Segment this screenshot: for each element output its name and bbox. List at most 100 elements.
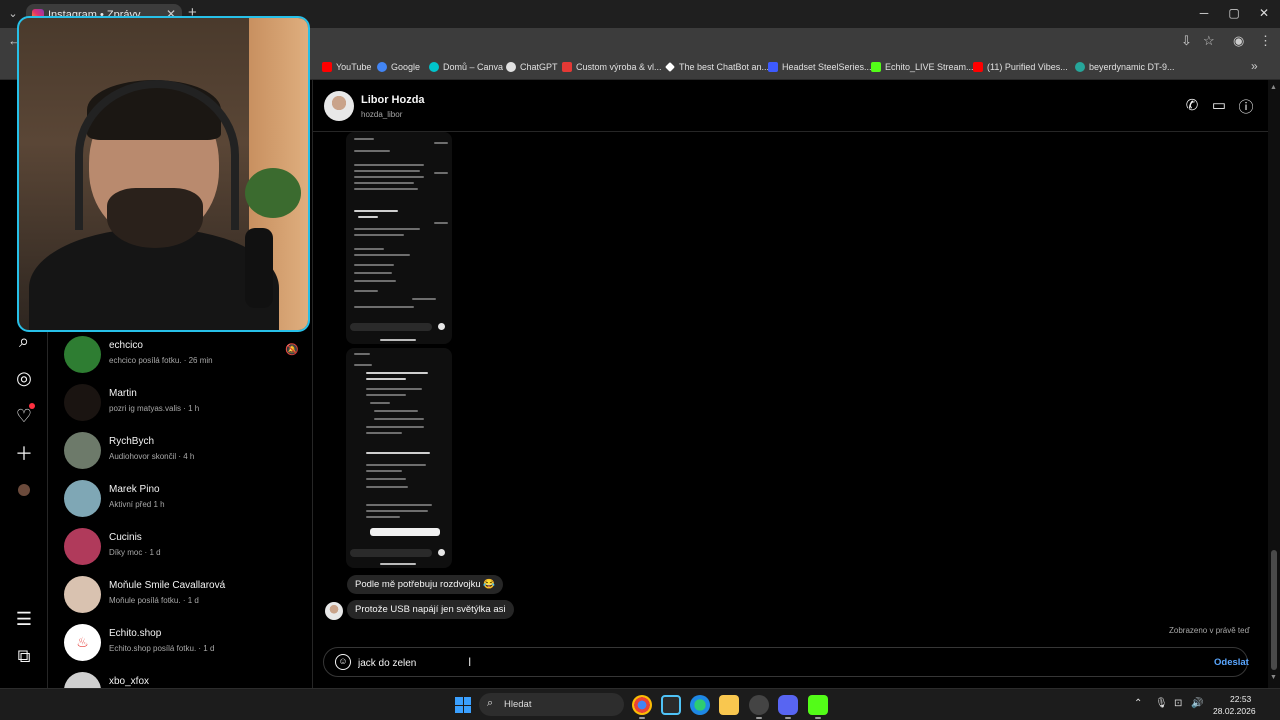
app-bf-icon[interactable] [808,695,828,715]
browser-menu-icon[interactable]: ⋮ [1259,33,1272,49]
conversation-item[interactable]: RychBych Audiohovor skončil · 4 h [48,428,313,476]
microphone-icon[interactable]: 🎙 [1155,698,1168,709]
text-cursor-icon: I [468,655,472,669]
chat-scrollbar[interactable]: ▲ ▼ [1268,80,1280,688]
microphone-icon [245,228,273,308]
bookmark-label: beyerdynamic DT-9... [1089,62,1175,72]
conversation-item[interactable]: ♨ Echito.shop Echito.shop posílá fotku. … [48,620,313,668]
youtube-icon [322,62,332,72]
conversation-preview: Aktivní před 1 h [109,500,165,509]
taskbar-search-label: Hledat [504,699,532,710]
chatbot-icon [665,62,675,72]
seen-status: Zobrazeno v právě teď [1169,626,1250,635]
notifications-icon[interactable]: ♡ [12,403,36,428]
conversation-preview: pozri ig matyas.valis · 1 h [109,404,200,413]
conversation-item[interactable]: Martin pozri ig matyas.valis · 1 h [48,380,313,428]
emoji-icon[interactable]: ☺ [335,654,351,670]
conversation-name: RychBych [109,436,155,447]
profile-avatar-icon [18,484,30,496]
scroll-up-icon[interactable]: ▲ [1270,84,1277,91]
phone-call-icon[interactable]: ✆ [1182,96,1202,114]
chatgpt-icon [506,62,516,72]
store-icon[interactable] [661,695,681,715]
search-icon: ⌕ [487,697,494,709]
profile-nav[interactable] [12,478,36,502]
search-icon[interactable]: ⌕ [12,329,36,353]
bookmark-chatgpt[interactable]: ChatGPT [506,60,558,74]
beyerdynamic-icon [1075,62,1085,72]
send-button[interactable]: Odeslat [1214,657,1249,668]
network-icon[interactable]: ⊡ [1174,698,1182,709]
create-icon[interactable]: ＋ [12,441,36,465]
message-bubble[interactable]: Podle mě potřebuju rozdvojku 😂 [347,575,504,594]
conversation-preview: Díky moc · 1 d [109,548,161,557]
file-explorer-icon[interactable] [719,695,739,715]
flame-logo-icon: ♨ [76,634,89,650]
bookmark-kick[interactable]: Echito_LIVE Stream... [871,60,974,74]
volume-icon[interactable]: 🔊 [1191,698,1203,709]
conversation-item[interactable]: Marek Pino Aktivní před 1 h [48,476,313,524]
more-bookmarks-icon[interactable]: » [1251,59,1258,73]
edge-icon[interactable] [690,695,710,715]
discord-icon[interactable] [778,695,798,715]
conversation-name: Marek Pino [109,484,160,495]
window-close-button[interactable]: ✕ [1254,6,1274,20]
menu-icon[interactable]: ☰ [12,607,36,631]
start-button[interactable] [455,697,471,713]
bookmark-label: The best ChatBot an... [679,62,770,72]
bookmark-label: Headset SteelSeries... [782,62,872,72]
video-call-icon[interactable]: ▭ [1209,96,1229,114]
info-icon[interactable]: ⓘ [1236,96,1256,117]
install-app-icon[interactable]: ⇩ [1181,33,1192,49]
running-indicator [785,717,791,719]
conversation-item[interactable]: Cucinis Díky moc · 1 d [48,524,313,572]
custom-icon [562,62,572,72]
message-bubble[interactable]: Protože USB napájí jen světýlka asi [347,600,514,619]
bookmark-purified[interactable]: (11) Purified Vibes... [973,60,1068,74]
bookmark-label: (11) Purified Vibes... [987,62,1068,72]
threads-icon[interactable]: ⧉ [12,644,36,668]
bookmark-chatbot[interactable]: The best ChatBot an... [665,60,769,74]
kick-icon [871,62,881,72]
avatar[interactable] [324,91,354,121]
steam-icon[interactable] [749,695,769,715]
conversation-item[interactable]: Moňule Smile Cavallarová Moňule posílá f… [48,572,313,620]
chat-contact-name[interactable]: Libor Hozda [361,94,425,106]
running-indicator [815,717,821,719]
avatar [64,384,101,421]
scroll-down-icon[interactable]: ▼ [1270,674,1277,681]
shared-image[interactable] [346,132,452,344]
scroll-thumb[interactable] [1271,550,1277,670]
maximize-button[interactable]: ▢ [1224,6,1244,20]
chrome-icon[interactable] [632,695,652,715]
chat-header: Libor Hozda hozda_libor ✆ ▭ ⓘ [313,80,1268,132]
avatar [64,432,101,469]
bookmark-beyerdynamic[interactable]: beyerdynamic DT-9... [1075,60,1175,74]
message-input[interactable] [358,656,758,670]
clock-date[interactable]: 28.02.2026 [1213,706,1256,716]
conversation-name: xbo_xfox [109,676,150,687]
minimize-button[interactable]: ─ [1194,6,1214,20]
taskbar-search[interactable]: ⌕ Hledat [479,693,624,716]
bookmark-steelseries[interactable]: Headset SteelSeries... [768,60,872,74]
bookmark-youtube[interactable]: YouTube [322,60,371,74]
clock-time[interactable]: 22:53 [1230,694,1251,704]
avatar [64,672,101,688]
conversation-item[interactable]: echcico echcico posílá fotku. · 26 min 🔕 [48,332,313,380]
avatar [325,602,343,620]
shared-image[interactable] [346,348,452,568]
steelseries-icon [768,62,778,72]
bookmark-star-icon[interactable]: ☆ [1203,33,1215,49]
tray-expand-icon[interactable]: ⌃ [1134,698,1142,709]
webcam-plant [245,168,301,218]
conversation-preview: Moňule posílá fotku. · 1 d [109,596,199,605]
bookmark-custom[interactable]: Custom výroba & vl... [562,60,662,74]
bookmark-google[interactable]: Google [377,60,420,74]
avatar [64,336,101,373]
bookmark-canva[interactable]: Domů – Canva [429,60,503,74]
bookmark-label: Echito_LIVE Stream... [885,62,974,72]
profile-icon[interactable]: ◉ [1233,33,1244,49]
explore-icon[interactable]: ◎ [12,366,36,390]
conversation-name: Martin [109,388,137,399]
conversation-item[interactable]: xbo_xfox [48,668,313,688]
